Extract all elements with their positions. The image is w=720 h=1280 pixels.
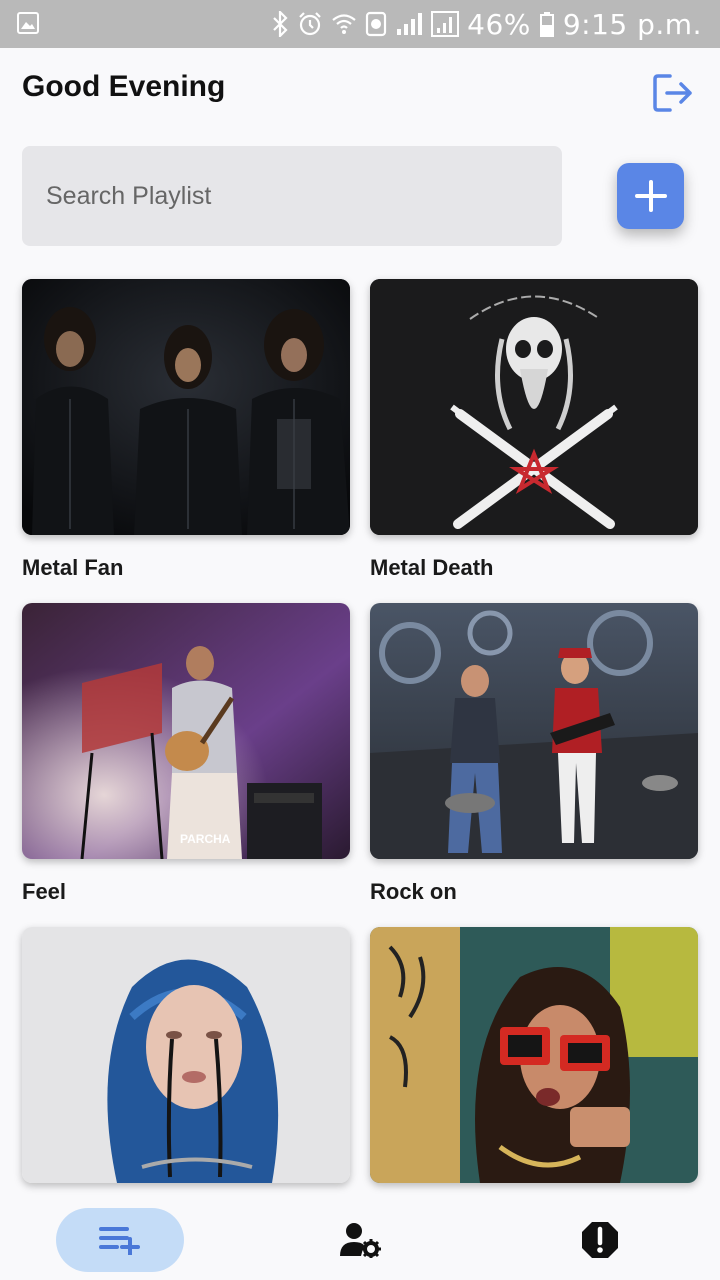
data-saver-icon [365, 11, 387, 37]
gallery-notification-icon [16, 11, 40, 35]
logout-icon [653, 74, 692, 112]
status-bar: 46% 9:15 p.m. [0, 0, 720, 48]
plus-icon [634, 180, 667, 212]
alarm-icon [297, 11, 323, 37]
playlist-name: Metal Fan [22, 555, 124, 580]
playlist-card[interactable]: Metal Death [370, 279, 698, 581]
playlist-name: Feel [22, 879, 67, 904]
alert-icon [582, 1222, 618, 1258]
battery-icon [539, 11, 555, 37]
clock: 9:15 p.m. [562, 7, 702, 41]
playlist-cover-image [370, 927, 698, 1183]
playlist-cover-image [22, 279, 350, 535]
playlist-card[interactable]: Metal Fan [22, 279, 350, 581]
bottom-navigation [0, 1196, 720, 1280]
battery-percent: 46% [467, 7, 531, 41]
signal-icon [395, 11, 423, 37]
playlist-name: Rock on [370, 879, 457, 904]
playlist-cover-image [22, 927, 350, 1183]
page-title: Good Evening [22, 70, 226, 103]
nav-alerts[interactable] [570, 1208, 630, 1272]
bluetooth-icon [271, 11, 289, 37]
user-settings-icon [340, 1223, 381, 1258]
signal-2-icon [431, 11, 460, 37]
add-playlist-button[interactable] [617, 163, 684, 229]
wifi-icon [331, 11, 357, 37]
playlist-name: Metal Death [370, 555, 494, 580]
playlist-card[interactable] [370, 927, 698, 1203]
search-input[interactable] [22, 146, 562, 246]
playlist-card[interactable]: Rock on [370, 603, 698, 905]
svg-text:PARCHA: PARCHA [180, 832, 231, 846]
nav-profile-settings[interactable] [330, 1208, 390, 1272]
nav-playlists[interactable] [56, 1208, 184, 1272]
playlist-card[interactable]: PARCHA Feel [22, 603, 350, 905]
playlist-add-icon [99, 1227, 140, 1255]
playlist-cover-image: PARCHA [22, 603, 350, 859]
playlist-cover-image [370, 603, 698, 859]
playlist-cover-image [370, 279, 698, 535]
playlist-card[interactable] [22, 927, 350, 1203]
logout-button[interactable] [650, 70, 696, 116]
